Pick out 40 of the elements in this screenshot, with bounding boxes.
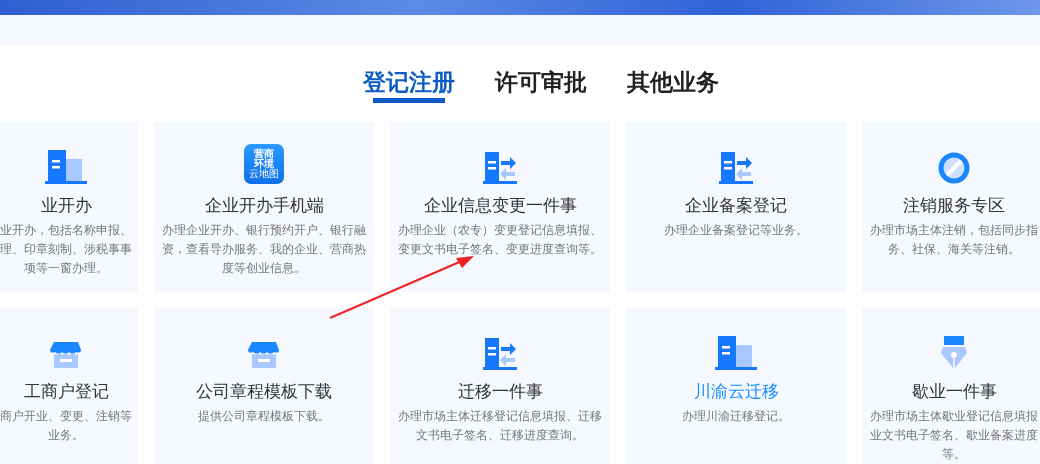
card-description: 办理市场主体注销，包括同步指务、社保、海关等注销。 xyxy=(869,222,1039,258)
service-card[interactable]: 营商 环境 云地图 企业开办手机端 办理企业开办、银行预约开户、银行融资，查看导办服务、我的企业、营商热度等创业信息。 xyxy=(154,122,374,292)
card-title: 业开办 xyxy=(40,194,92,217)
building-arrows-icon xyxy=(483,152,517,184)
card-description: 办理市场主体迁移登记信息填报、迁移文书电子签名、迁移进度查询。 xyxy=(397,408,603,444)
app-logo-icon: 营商 环境 云地图 xyxy=(244,144,284,184)
card-title: 迁移一件事 xyxy=(457,380,543,403)
prohibited-icon xyxy=(938,152,970,184)
service-card[interactable]: 企业信息变更一件事 办理企业（农专）变更登记信息填报、变更文书电子签名、变更进度查询等。 xyxy=(390,122,610,292)
building-icon xyxy=(715,336,757,370)
building-arrows-icon xyxy=(719,152,753,184)
service-card[interactable]: 注销服务专区 办理市场主体注销，包括同步指务、社保、海关等注销。 xyxy=(862,122,1040,292)
card-title: 企业信息变更一件事 xyxy=(423,194,577,217)
card-title: 注销服务专区 xyxy=(903,194,1005,217)
service-card[interactable]: 公司章程模板下载 提供公司章程模板下载。 xyxy=(154,308,374,464)
card-title: 企业开办手机端 xyxy=(204,194,324,217)
service-card[interactable]: 歇业一件事 办理市场主体歇业登记信息填报业文书电子签名、歇业备案进度等。 xyxy=(862,308,1040,464)
card-description: 办理企业（农专）变更登记信息填报、变更文书电子签名、变更进度查询等。 xyxy=(397,222,603,258)
building-icon xyxy=(45,150,87,184)
category-tab[interactable]: 许可审批 xyxy=(495,63,587,103)
service-card[interactable]: 川渝云迁移 办理川渝迁移登记。 xyxy=(626,308,846,464)
card-description: 办理川渝迁移登记。 xyxy=(682,408,790,425)
card-description: 商户开业、变更、注销等业务。 xyxy=(0,408,132,444)
card-description: 办理企业开办、银行预约开户、银行融资，查看导办服务、我的企业、营商热度等创业信息。 xyxy=(161,222,367,277)
service-card[interactable]: 工商户登记 商户开业、变更、注销等业务。 xyxy=(0,308,138,464)
card-description: 提供公司章程模板下载。 xyxy=(198,408,330,425)
card-title: 公司章程模板下载 xyxy=(196,380,332,403)
card-title: 企业备案登记 xyxy=(685,194,787,217)
building-arrows-icon xyxy=(483,338,517,370)
pen-nib-icon xyxy=(940,336,968,370)
service-card[interactable]: 迁移一件事 办理市场主体迁移登记信息填报、迁移文书电子签名、迁移进度查询。 xyxy=(390,308,610,464)
service-card[interactable]: 企业备案登记 办理企业备案登记等业务。 xyxy=(626,122,846,292)
card-description: 办理市场主体歇业登记信息填报业文书电子签名、歇业备案进度等。 xyxy=(869,408,1039,463)
service-card[interactable]: 业开办 业开办，包括名称申报、理、印章刻制、涉税事事项等一窗办理。 xyxy=(0,122,138,292)
card-title: 歇业一件事 xyxy=(911,380,997,403)
card-description: 办理企业备案登记等业务。 xyxy=(664,222,808,239)
card-description: 业开办，包括名称申报、理、印章刻制、涉税事事项等一窗办理。 xyxy=(0,222,132,277)
card-title: 川渝云迁移 xyxy=(693,380,779,403)
category-tab[interactable]: 其他业务 xyxy=(627,63,719,103)
card-title: 工商户登记 xyxy=(23,380,109,403)
